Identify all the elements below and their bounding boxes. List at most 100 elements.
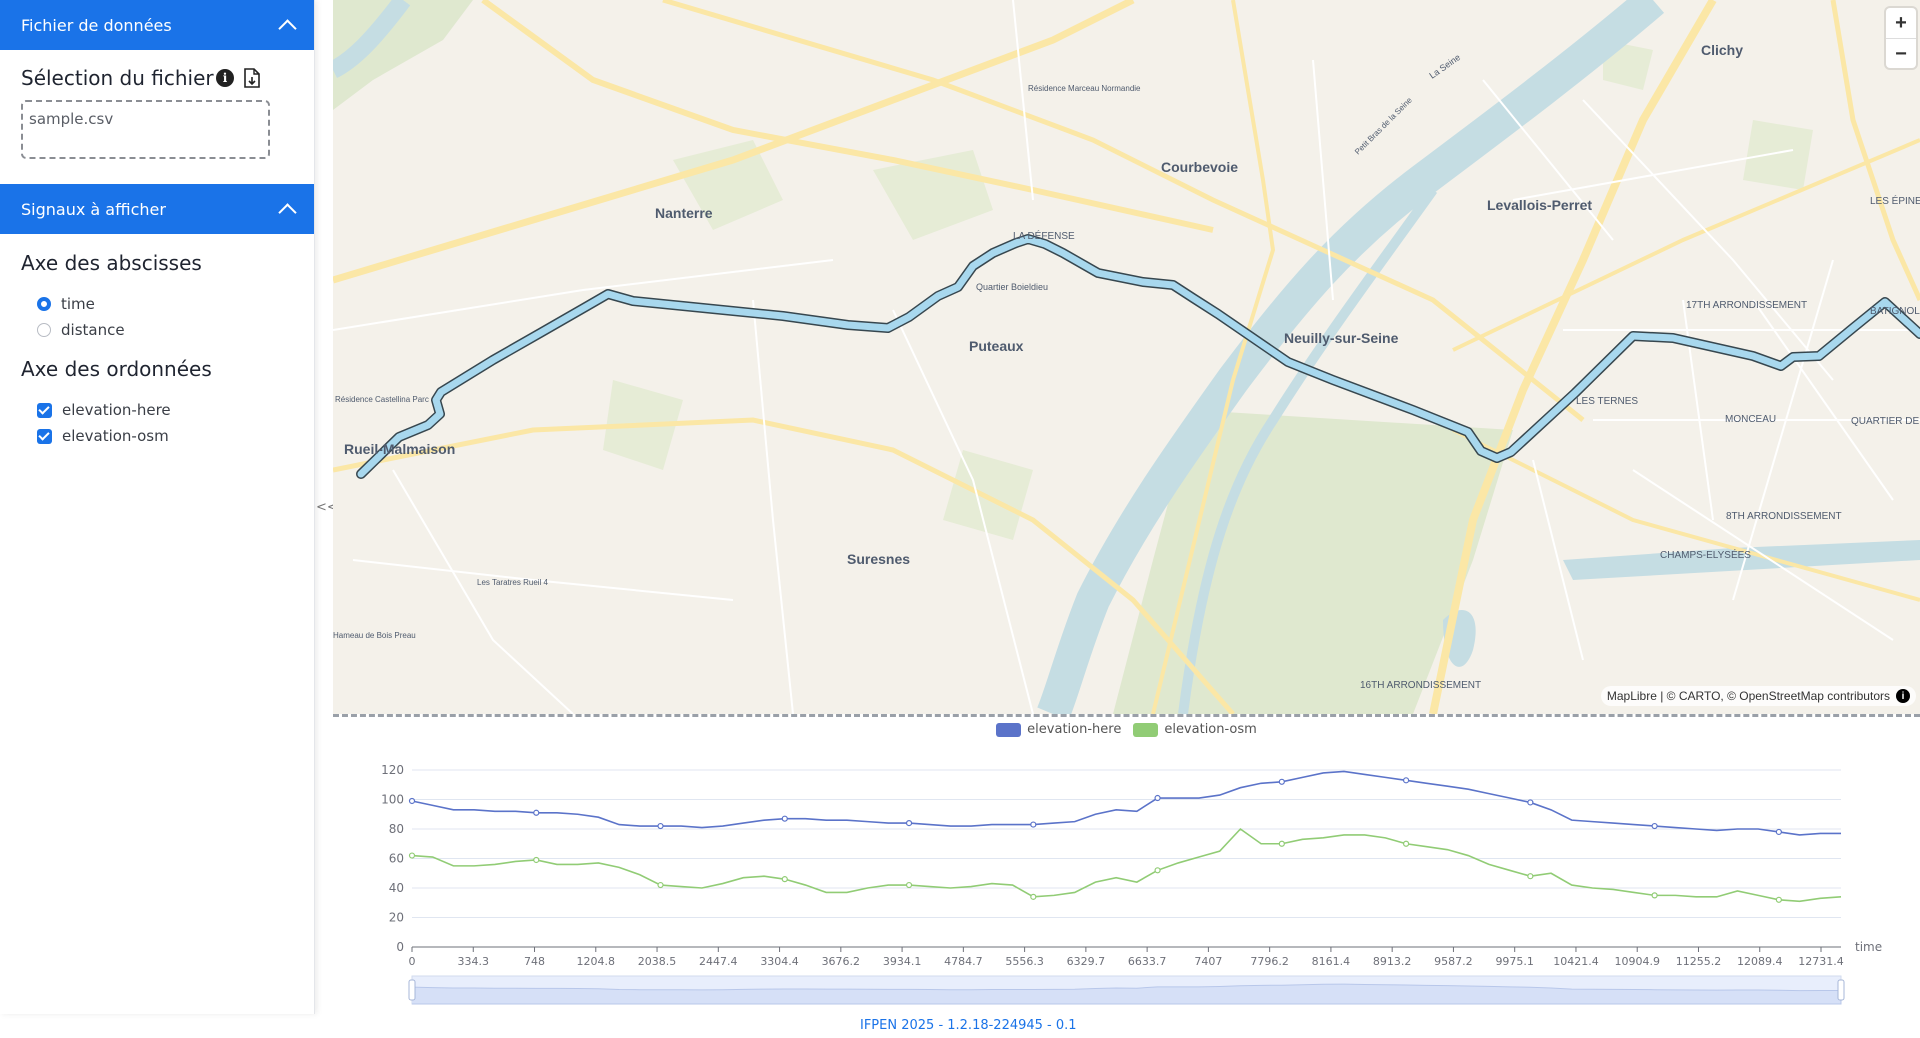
x-tick-label: 0 <box>409 955 416 968</box>
series-point <box>1154 794 1161 802</box>
series-point <box>1651 822 1658 830</box>
x-option-time[interactable]: time <box>37 295 95 313</box>
x-tick-label: 8913.2 <box>1373 955 1412 968</box>
chevron-up-icon <box>278 202 297 222</box>
map-label: Levallois-Perret <box>1487 197 1592 213</box>
x-option-label: time <box>61 295 95 313</box>
file-name: sample.csv <box>29 110 114 128</box>
y-tick-label: 100 <box>381 793 404 807</box>
series-point <box>533 856 540 864</box>
x-tick-label: 10904.9 <box>1614 955 1660 968</box>
x-tick-label: 11255.2 <box>1676 955 1722 968</box>
panel-resize-divider[interactable] <box>333 714 1920 717</box>
legend-item-elevation-osm[interactable]: elevation-osm <box>1133 722 1257 737</box>
minor-streets <box>333 0 1920 714</box>
y-tick-label: 60 <box>389 852 404 866</box>
map-label: Suresnes <box>847 551 910 567</box>
map-label: BATIGNOLLES <box>1870 306 1920 317</box>
zoom-controls: + − <box>1886 8 1916 68</box>
series-point <box>1030 821 1037 828</box>
map-label: LES ÉPINETTES <box>1870 194 1920 207</box>
y-option-label: elevation-osm <box>62 427 169 445</box>
signals-accordion-header[interactable]: Signaux à afficher <box>0 184 314 234</box>
chart-plot[interactable]: 0 20 40 60 80 100 120 0 334.3 748 1204.8 2038.5 2447… <box>333 718 1920 1014</box>
map-attribution: MapLibre | © CARTO, © OpenStreetMap cont… <box>1600 686 1916 706</box>
map-label: Hameau de Bois Preau <box>333 631 416 640</box>
legend-label: elevation-osm <box>1164 722 1257 737</box>
series-point <box>1402 840 1410 847</box>
file-drop-zone[interactable]: sample.csv <box>21 100 270 159</box>
map-label: Petit Bras de la Seine <box>1353 95 1414 156</box>
series-point <box>1775 896 1782 903</box>
x-tick-label: 2038.5 <box>638 955 677 968</box>
series-point <box>905 881 913 889</box>
map-label: CHAMPS-ELYSÉES <box>1660 548 1751 561</box>
radio-unselected-icon[interactable] <box>37 323 51 337</box>
radio-selected-icon[interactable] <box>37 297 51 311</box>
chart-legend: elevation-here elevation-osm <box>333 722 1920 737</box>
series-point <box>1527 873 1534 880</box>
x-tick-label: 6633.7 <box>1128 955 1167 968</box>
legend-item-elevation-here[interactable]: elevation-here <box>996 722 1121 737</box>
x-tick-label: 5556.3 <box>1005 955 1043 968</box>
attribution-text[interactable]: MapLibre | © CARTO, © OpenStreetMap cont… <box>1607 689 1890 703</box>
x-tick-label: 12731.4 <box>1798 955 1844 968</box>
x-axis-label: time <box>1855 940 1882 954</box>
x-tick-label: 10421.4 <box>1553 955 1599 968</box>
series-line-elevation-osm <box>411 827 1842 903</box>
zoom-in-button[interactable]: + <box>1886 8 1916 38</box>
x-tick-label: 12089.4 <box>1737 955 1783 968</box>
checkbox-checked-icon[interactable] <box>37 402 52 418</box>
y-tick-label: 20 <box>389 911 404 925</box>
map-label: Courbevoie <box>1161 159 1238 175</box>
checkbox-checked-icon[interactable] <box>37 428 52 444</box>
map-label: Les Taratres Rueil 4 <box>477 578 549 587</box>
gps-route[interactable] <box>356 234 1920 479</box>
attribution-info-icon[interactable]: i <box>1896 689 1910 703</box>
series-point <box>657 822 664 830</box>
series-point <box>1402 777 1410 784</box>
info-icon[interactable]: i <box>216 69 234 87</box>
zoom-out-button[interactable]: − <box>1886 38 1916 69</box>
map-label: Puteaux <box>969 338 1024 354</box>
map-label: MONCEAU <box>1725 414 1776 425</box>
x-axis-title: Axe des abscisses <box>21 251 202 275</box>
footer: IFPEN 2025 - 1.2.18-224945 - 0.1 <box>0 1014 1920 1038</box>
series-point <box>1278 840 1285 847</box>
map-view[interactable]: Clichy Nanterre Courbevoie Levallois-Per… <box>333 0 1920 714</box>
gps-route-inner <box>357 235 1920 478</box>
map-label: La Seine <box>1427 52 1462 81</box>
y-tick-label: 80 <box>389 822 404 836</box>
data-zoom-handle-right[interactable] <box>1837 979 1845 1001</box>
file-selection-title: Sélection du fichier <box>21 66 214 90</box>
legend-swatch <box>1133 722 1159 737</box>
series-point <box>1030 893 1037 900</box>
map-label: LES TERNES <box>1576 396 1638 407</box>
series-point <box>781 876 788 883</box>
y-option-elevation-osm[interactable]: elevation-osm <box>37 427 169 445</box>
series-point <box>905 819 913 827</box>
series-point <box>1651 892 1658 899</box>
y-option-elevation-here[interactable]: elevation-here <box>37 401 171 419</box>
x-tick-label: 7407 <box>1194 955 1222 968</box>
x-tick-label: 6329.7 <box>1067 955 1106 968</box>
data-zoom-handle-left[interactable] <box>408 979 416 1001</box>
series-point <box>781 815 788 822</box>
elevation-chart: elevation-here elevation-osm 0 20 40 60 80 10… <box>333 718 1920 1014</box>
series-point <box>1527 799 1534 806</box>
file-download-icon[interactable] <box>244 68 260 88</box>
map-label: Neuilly-sur-Seine <box>1284 330 1399 346</box>
series-point <box>1278 778 1285 785</box>
river-seine <box>333 0 1920 714</box>
x-tick-label: 334.3 <box>458 955 490 968</box>
series-point <box>533 809 540 816</box>
series-point <box>1154 867 1161 874</box>
data-file-accordion-header[interactable]: Fichier de données <box>0 0 314 50</box>
x-tick-label: 3676.2 <box>822 955 861 968</box>
x-tick-label: 3304.4 <box>760 955 799 968</box>
series-point <box>408 852 416 859</box>
major-roads <box>333 0 1920 714</box>
x-option-label: distance <box>61 321 125 339</box>
x-option-distance[interactable]: distance <box>37 321 125 339</box>
map-canvas[interactable]: Clichy Nanterre Courbevoie Levallois-Per… <box>333 0 1920 714</box>
